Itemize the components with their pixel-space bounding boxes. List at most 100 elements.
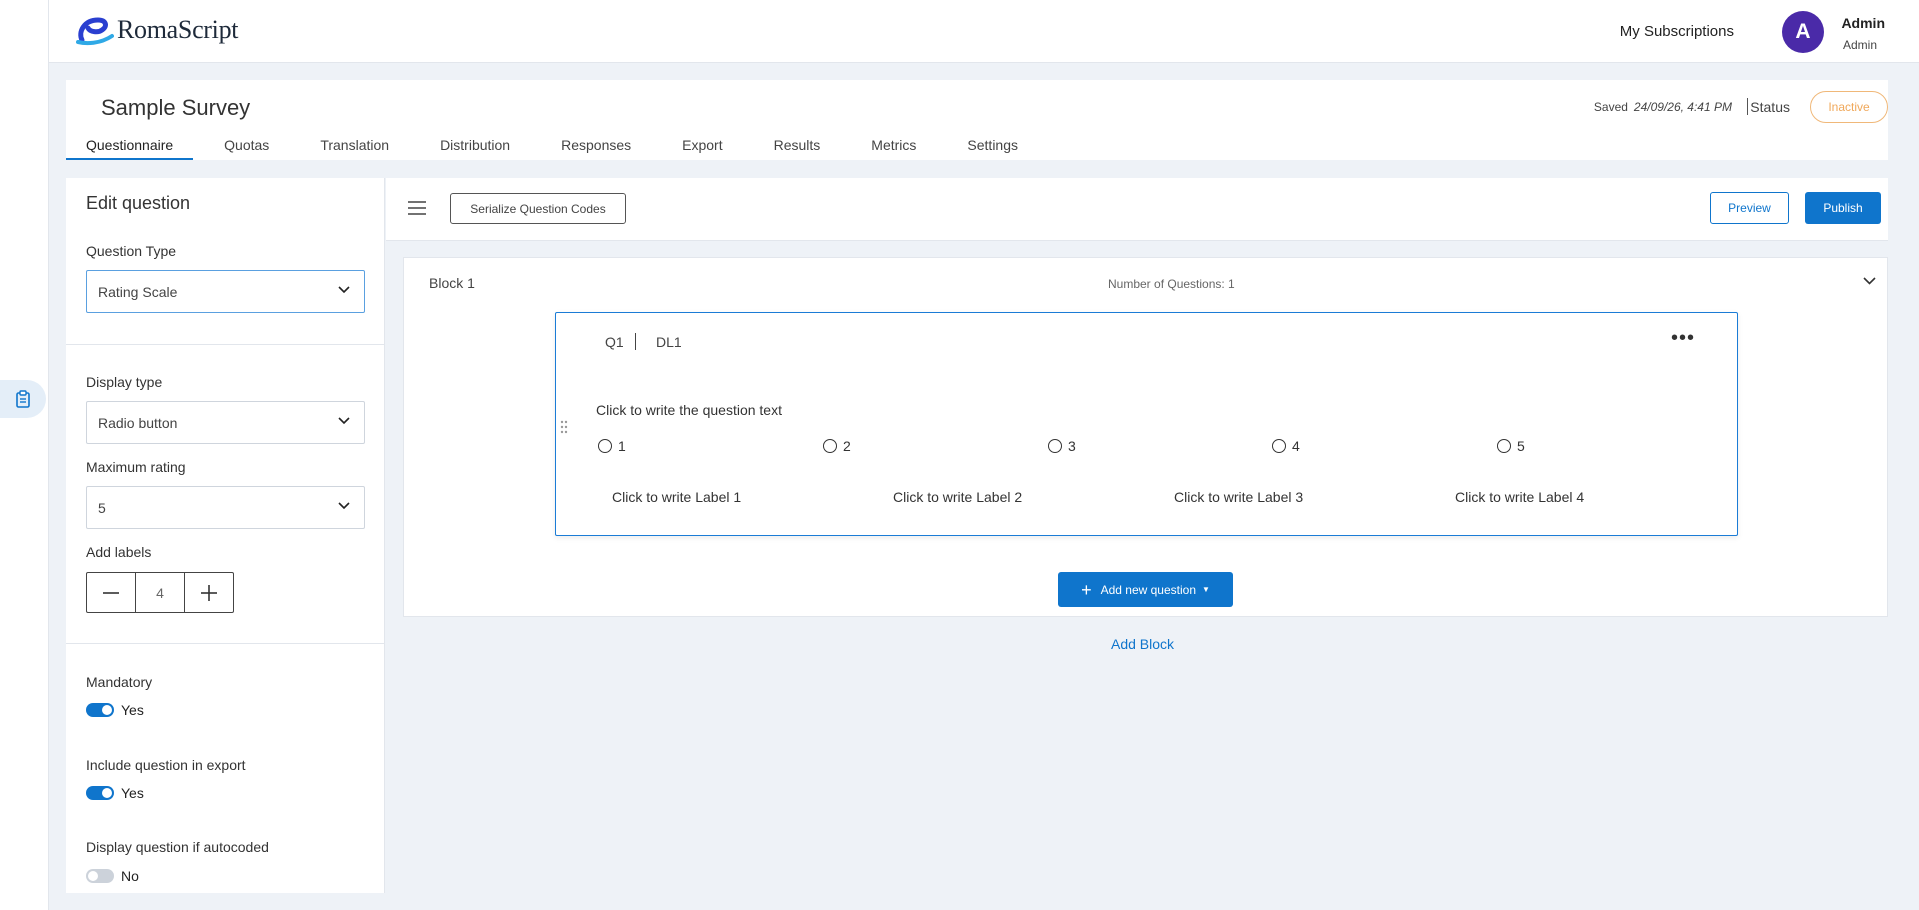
block-title[interactable]: Block 1 [429,275,475,291]
user-role: Admin [1842,38,1877,52]
avatar[interactable]: A [1782,11,1824,53]
autocoded-toggle[interactable] [86,869,114,883]
drag-handle-icon[interactable] [560,420,568,434]
plus-icon [200,584,217,601]
question-block: Block 1 Number of Questions: 1 Q1 DL1 ••… [403,257,1888,617]
add-new-question-button[interactable]: + Add new question ▼ [1058,572,1233,607]
display-type-select[interactable]: Radio button [86,401,365,444]
my-subscriptions-link[interactable]: My Subscriptions [1620,23,1734,40]
survey-header: Sample Survey Saved 24/09/26, 4:41 PM Sta… [66,80,1888,160]
chevron-down-icon[interactable] [1863,277,1876,285]
mandatory-toggle[interactable] [86,703,114,717]
autocoded-toggle-row: No [86,868,139,884]
edit-question-panel: Edit question Question Type Rating Scale… [66,178,385,893]
brand-logo[interactable]: RomaScript [76,14,239,46]
rating-value: 2 [843,438,851,454]
top-header: RomaScript My Subscriptions A Admin Admi… [49,0,1919,63]
rating-value: 3 [1068,438,1076,454]
divider [1747,98,1748,115]
include-export-label: Include question in export [86,757,246,773]
tab-responses[interactable]: Responses [541,137,651,160]
clipboard-icon [16,390,30,408]
rating-option[interactable]: 3 [1048,438,1076,454]
tab-results[interactable]: Results [754,137,841,160]
user-name: Admin [1841,15,1885,31]
include-export-toggle-row: Yes [86,785,144,801]
divider [66,643,384,644]
radio-icon [1048,439,1062,453]
main-editor: Serialize Question Codes Preview Publish… [386,178,1888,893]
publish-button[interactable]: Publish [1805,192,1881,224]
brand-name: RomaScript [117,15,239,44]
saved-time: 24/09/26, 4:41 PM [1633,100,1732,114]
serialize-codes-button[interactable]: Serialize Question Codes [450,193,626,224]
plus-icon: + [1081,579,1092,600]
tab-quotas[interactable]: Quotas [204,137,289,160]
scale-label[interactable]: Click to write Label 2 [893,489,1022,505]
increment-button[interactable] [185,573,233,612]
minus-icon [103,591,120,594]
rating-option[interactable]: 4 [1272,438,1300,454]
display-type-value: Radio button [98,414,178,431]
decrement-button[interactable] [87,573,135,612]
tab-settings[interactable]: Settings [947,137,1038,160]
question-card[interactable]: Q1 DL1 ••• Click to write the question t… [555,312,1738,536]
survey-title[interactable]: Sample Survey [101,95,250,121]
display-type-label: Display type [86,374,163,390]
saved-label: Saved [1593,100,1628,114]
panel-title: Edit question [86,193,191,213]
chevron-down-icon [338,502,350,510]
labels-count-input[interactable]: 4 [135,573,185,612]
question-text[interactable]: Click to write the question text [596,402,782,418]
autocoded-value: No [121,868,139,884]
caret-down-icon: ▼ [1202,585,1210,594]
tab-translation[interactable]: Translation [300,137,409,160]
question-count: Number of Questions: 1 [1108,277,1235,291]
tab-distribution[interactable]: Distribution [420,137,530,160]
rating-option[interactable]: 1 [598,438,626,454]
editor-toolbar: Serialize Question Codes Preview Publish [386,178,1888,241]
tab-questionnaire[interactable]: Questionnaire [66,137,194,160]
divider [635,333,636,350]
hamburger-menu-icon[interactable] [408,200,426,216]
scale-label[interactable]: Click to write Label 1 [612,489,741,505]
radio-icon [823,439,837,453]
question-type-value: Rating Scale [98,283,178,300]
add-labels-label: Add labels [86,544,152,560]
rating-value: 1 [618,438,626,454]
scale-label[interactable]: Click to write Label 4 [1455,489,1584,505]
rating-value: 4 [1292,438,1300,454]
mandatory-toggle-row: Yes [86,702,144,718]
preview-button[interactable]: Preview [1710,192,1789,224]
radio-icon [1272,439,1286,453]
add-question-label: Add new question [1100,582,1196,597]
tab-metrics[interactable]: Metrics [851,137,936,160]
more-options-icon[interactable]: ••• [1671,328,1695,348]
question-code: Q1 [605,334,624,350]
add-labels-stepper: 4 [86,572,234,613]
autocoded-label: Display question if autocoded [86,839,269,855]
rating-option[interactable]: 5 [1497,438,1525,454]
mandatory-value: Yes [121,702,144,718]
max-rating-label: Maximum rating [86,459,186,475]
include-export-toggle[interactable] [86,786,114,800]
rail-item-questionnaire[interactable] [0,380,46,418]
status-badge[interactable]: Inactive [1810,91,1888,123]
chevron-down-icon [338,417,350,425]
saved-indicator: Saved 24/09/26, 4:41 PM [1594,100,1732,114]
add-block-link[interactable]: Add Block [1111,636,1174,652]
include-export-value: Yes [121,785,144,801]
mandatory-label: Mandatory [86,674,153,690]
scale-label[interactable]: Click to write Label 3 [1174,489,1303,505]
question-type-label: Question Type [86,243,177,259]
rating-option[interactable]: 2 [823,438,851,454]
question-dl-code: DL1 [656,334,682,350]
max-rating-value: 5 [98,499,106,516]
radio-icon [598,439,612,453]
radio-icon [1497,439,1511,453]
question-type-select[interactable]: Rating Scale [86,270,365,313]
left-rail [0,0,49,910]
max-rating-select[interactable]: 5 [86,486,365,529]
chevron-down-icon [338,286,350,294]
tab-export[interactable]: Export [662,137,742,160]
